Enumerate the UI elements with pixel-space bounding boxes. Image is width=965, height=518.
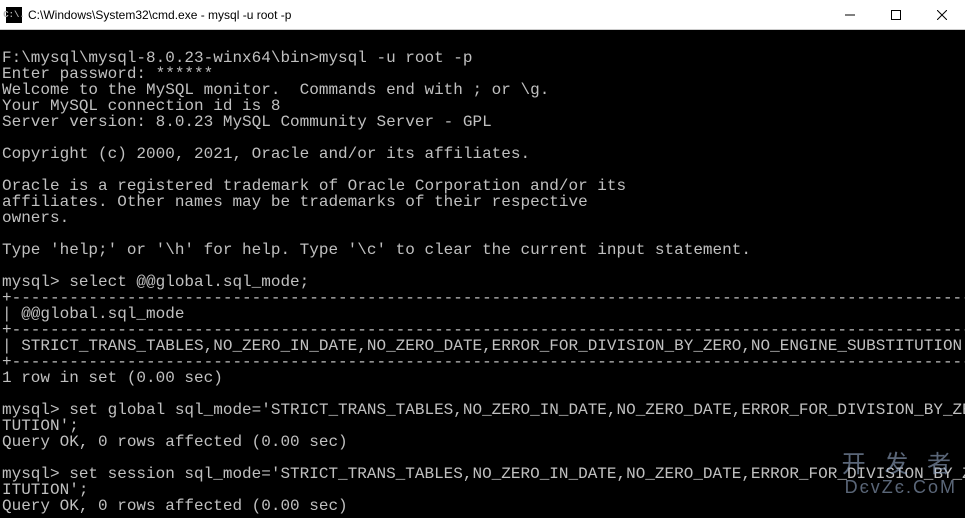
terminal-line: Query OK, 0 rows affected (0.00 sec) <box>2 498 963 514</box>
close-button[interactable] <box>919 0 965 29</box>
terminal-line <box>2 34 963 50</box>
terminal-line: mysql> set global sql_mode='STRICT_TRANS… <box>2 402 963 418</box>
terminal-line: affiliates. Other names may be trademark… <box>2 194 963 210</box>
terminal-line: +---------------------------------------… <box>2 354 963 370</box>
terminal-line <box>2 386 963 402</box>
window-titlebar: C:\. C:\Windows\System32\cmd.exe - mysql… <box>0 0 965 30</box>
terminal-line: Oracle is a registered trademark of Orac… <box>2 178 963 194</box>
terminal-line: Welcome to the MySQL monitor. Commands e… <box>2 82 963 98</box>
window-controls <box>827 0 965 29</box>
terminal-line: ITUTION'; <box>2 482 963 498</box>
terminal-line <box>2 226 963 242</box>
window-title: C:\Windows\System32\cmd.exe - mysql -u r… <box>28 8 827 22</box>
terminal-line: 1 row in set (0.00 sec) <box>2 370 963 386</box>
terminal-line: +---------------------------------------… <box>2 290 963 306</box>
terminal-line <box>2 162 963 178</box>
terminal-line: owners. <box>2 210 963 226</box>
terminal-line: Your MySQL connection id is 8 <box>2 98 963 114</box>
terminal-line: F:\mysql\mysql-8.0.23-winx64\bin>mysql -… <box>2 50 963 66</box>
terminal-line <box>2 258 963 274</box>
terminal-line: mysql> set session sql_mode='STRICT_TRAN… <box>2 466 963 482</box>
maximize-button[interactable] <box>873 0 919 29</box>
cmd-icon: C:\. <box>6 7 22 23</box>
terminal-line: Type 'help;' or '\h' for help. Type '\c'… <box>2 242 963 258</box>
terminal-line: +---------------------------------------… <box>2 322 963 338</box>
terminal-output[interactable]: F:\mysql\mysql-8.0.23-winx64\bin>mysql -… <box>0 30 965 518</box>
terminal-line: Query OK, 0 rows affected (0.00 sec) <box>2 434 963 450</box>
terminal-line: TUTION'; <box>2 418 963 434</box>
terminal-line: | STRICT_TRANS_TABLES,NO_ZERO_IN_DATE,NO… <box>2 338 963 354</box>
terminal-line <box>2 130 963 146</box>
terminal-line <box>2 450 963 466</box>
terminal-line: Enter password: ****** <box>2 66 963 82</box>
terminal-line: Server version: 8.0.23 MySQL Community S… <box>2 114 963 130</box>
terminal-line: | @@global.sql_mode | <box>2 306 963 322</box>
terminal-line: mysql> select @@global.sql_mode; <box>2 274 963 290</box>
terminal-line: Copyright (c) 2000, 2021, Oracle and/or … <box>2 146 963 162</box>
minimize-button[interactable] <box>827 0 873 29</box>
